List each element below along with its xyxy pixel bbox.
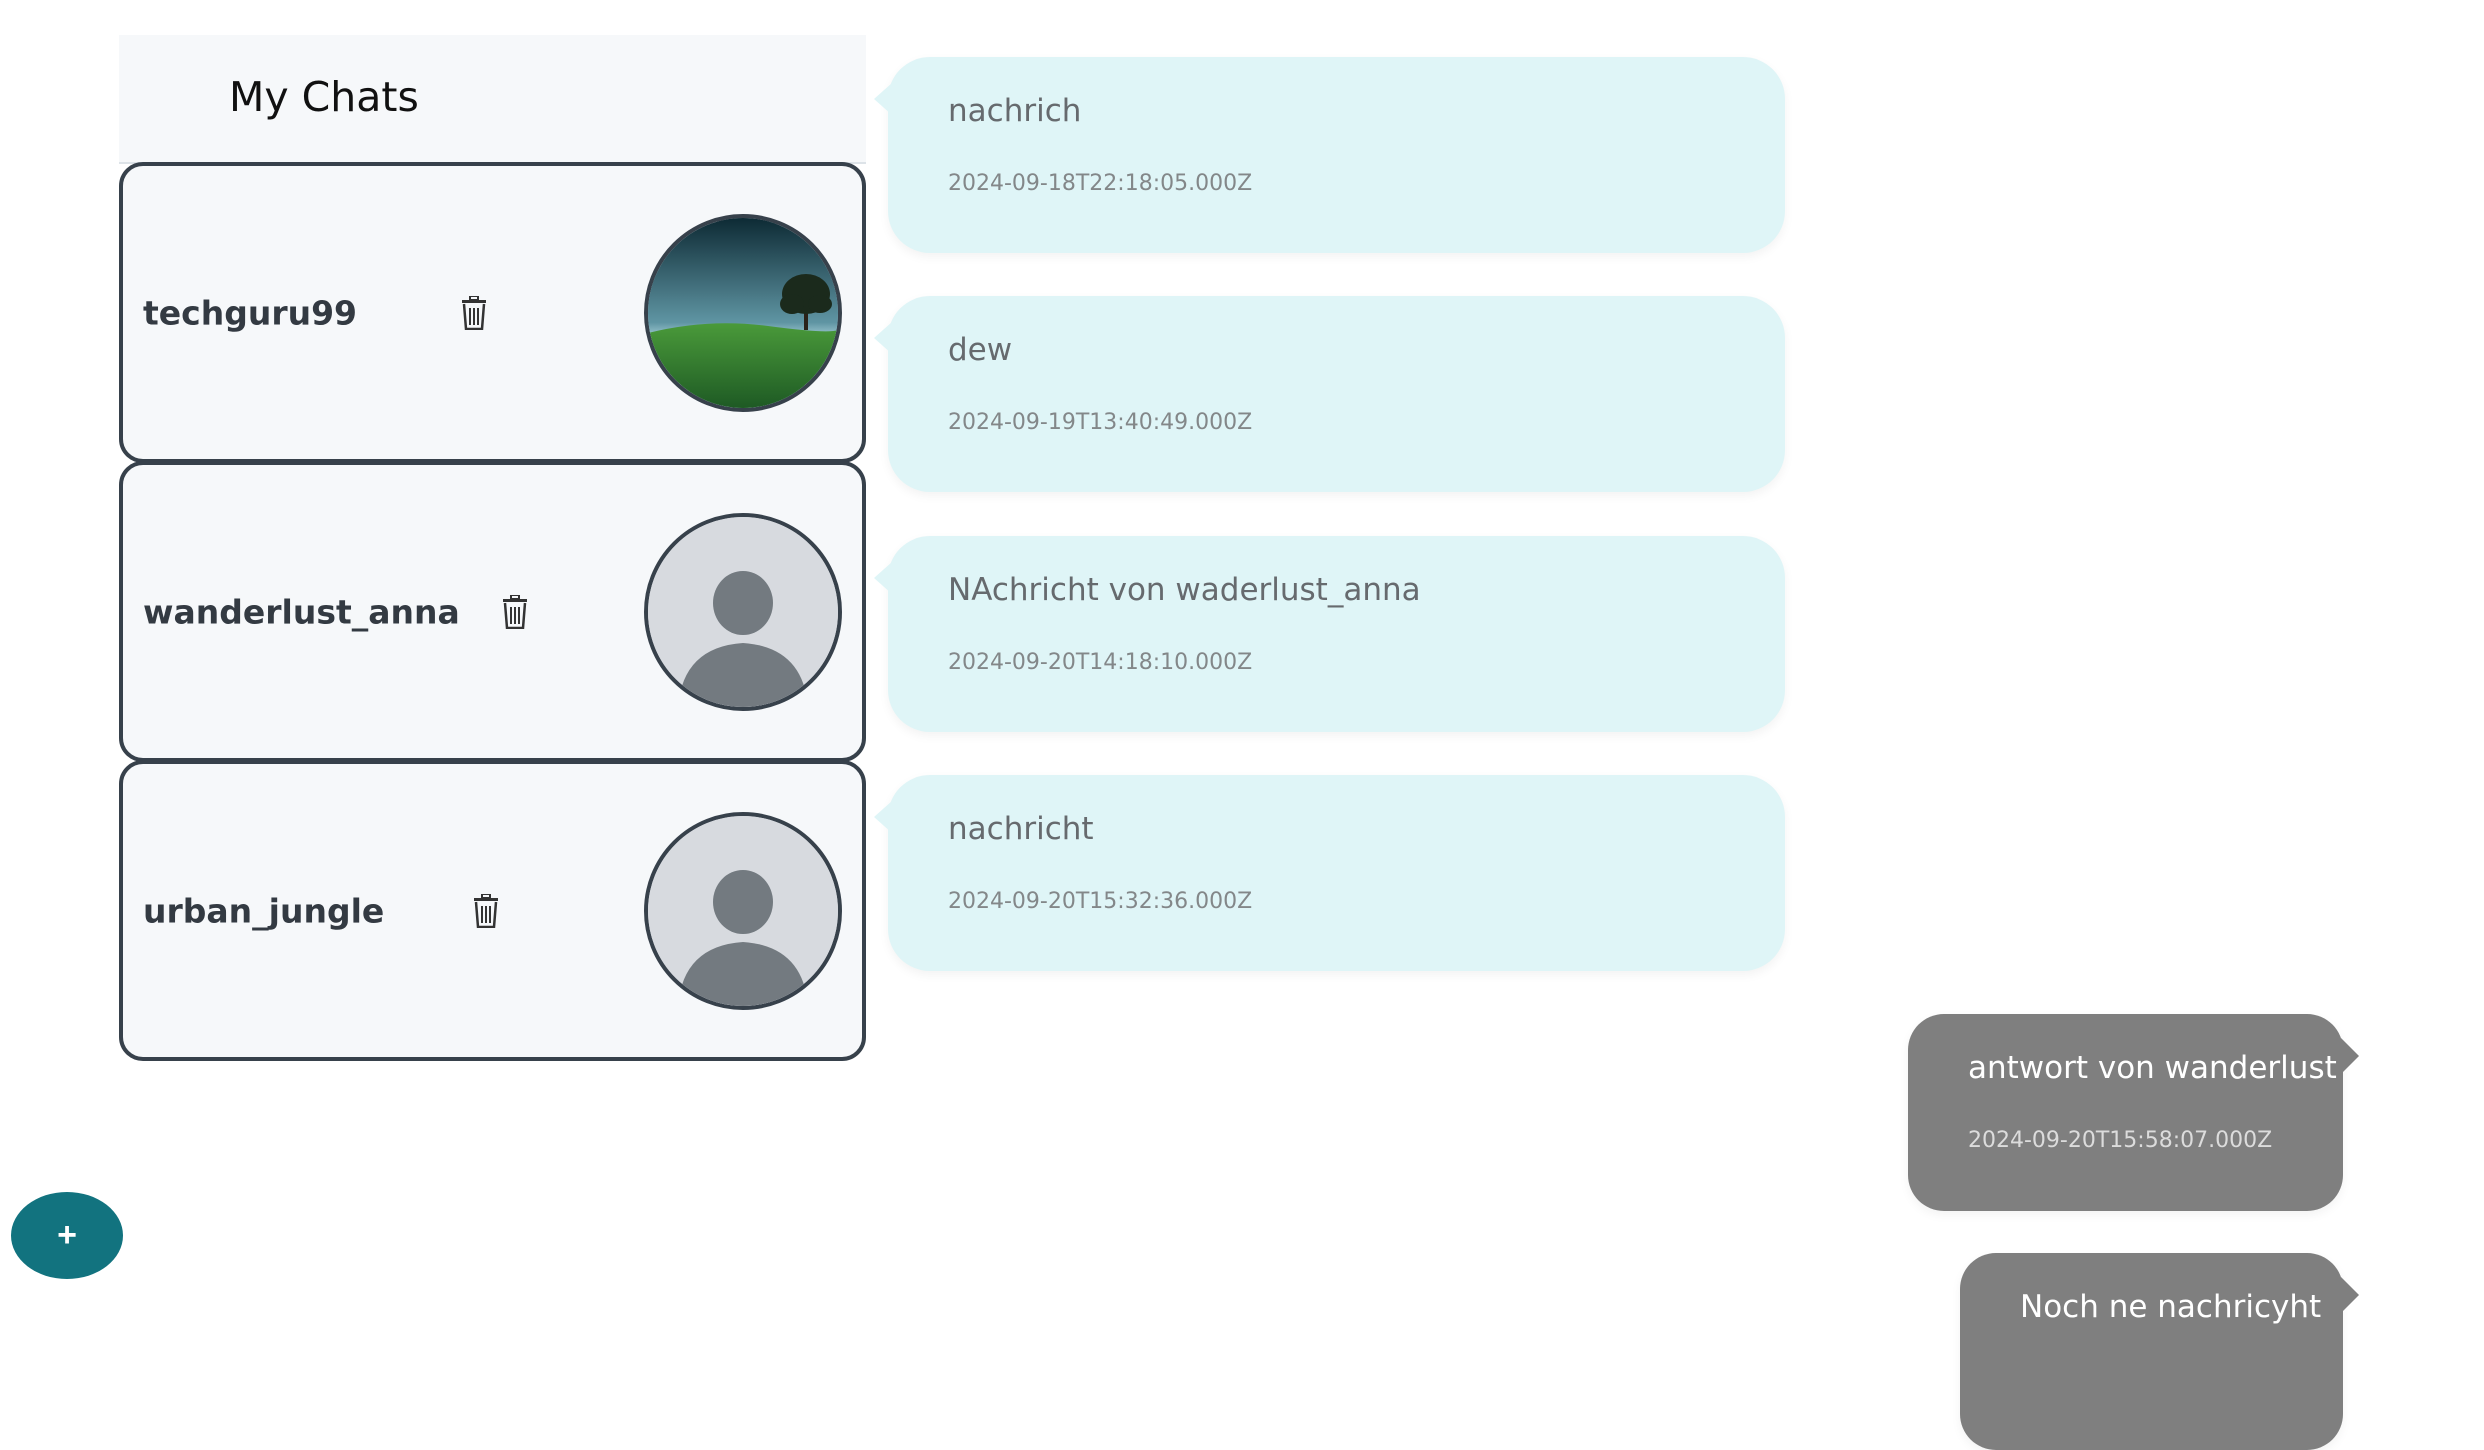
message-text: dew bbox=[948, 332, 1013, 368]
message-bubble-incoming: nachrich 2024-09-18T22:18:05.000Z bbox=[874, 57, 1785, 253]
message-timestamp: 2024-09-19T13:40:49.000Z bbox=[948, 410, 1253, 435]
message-text: Noch ne nachricyht bbox=[2020, 1289, 2322, 1325]
message-text: NAchricht von waderlust_anna bbox=[948, 572, 1421, 608]
default-user-avatar bbox=[644, 512, 842, 711]
message-text: nachrich bbox=[948, 93, 1082, 129]
avatar bbox=[644, 213, 842, 412]
chat-name: wanderlust_anna bbox=[143, 592, 460, 631]
chat-item-urban_jungle[interactable]: urban_jungle bbox=[119, 760, 866, 1061]
page-title: My Chats bbox=[229, 73, 419, 121]
new-chat-button[interactable]: + bbox=[11, 1192, 123, 1279]
message-bubble-incoming: dew 2024-09-19T13:40:49.000Z bbox=[874, 296, 1785, 492]
trash-icon[interactable] bbox=[459, 294, 489, 330]
trash-icon[interactable] bbox=[471, 892, 501, 928]
chat-item-wanderlust_anna[interactable]: wanderlust_anna bbox=[119, 461, 866, 762]
default-user-avatar bbox=[644, 811, 842, 1010]
sidebar-header: My Chats bbox=[119, 35, 866, 164]
message-timestamp: 2024-09-20T15:32:36.000Z bbox=[948, 889, 1253, 914]
message-bubble-incoming: nachricht 2024-09-20T15:32:36.000Z bbox=[874, 775, 1785, 971]
chat-item-techguru99[interactable]: techguru99 bbox=[119, 162, 866, 463]
chat-list-sidebar: My Chats techguru99 wanderlust_anna urba… bbox=[119, 35, 866, 1061]
message-text: antwort von wanderlust bbox=[1968, 1050, 2337, 1086]
message-bubble-outgoing: Noch ne nachricyht bbox=[1960, 1253, 2359, 1450]
trash-icon[interactable] bbox=[500, 593, 530, 629]
chat-name: urban_jungle bbox=[143, 891, 385, 930]
message-bubble-outgoing: antwort von wanderlust 2024-09-20T15:58:… bbox=[1908, 1014, 2359, 1211]
message-bubble-incoming: NAchricht von waderlust_anna 2024-09-20T… bbox=[874, 536, 1785, 732]
chat-name: techguru99 bbox=[143, 293, 358, 332]
message-text: nachricht bbox=[948, 811, 1094, 847]
message-timestamp: 2024-09-20T15:58:07.000Z bbox=[1968, 1128, 2273, 1153]
message-timestamp: 2024-09-18T22:18:05.000Z bbox=[948, 171, 1253, 196]
message-timestamp: 2024-09-20T14:18:10.000Z bbox=[948, 650, 1253, 675]
